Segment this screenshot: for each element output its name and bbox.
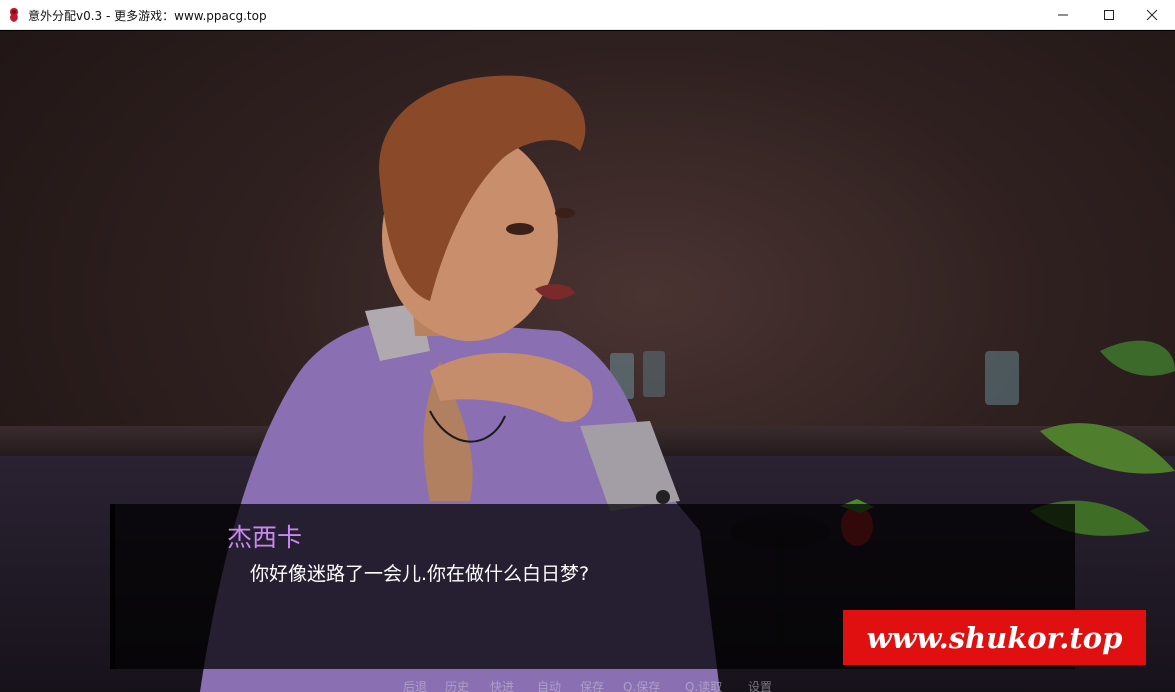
quick-menu-quick-save[interactable]: Q.保存 — [623, 678, 660, 692]
quick-menu-skip[interactable]: 快进 — [490, 678, 514, 692]
quick-menu-auto[interactable]: 自动 — [537, 678, 561, 692]
quick-menu-back[interactable]: 后退 — [403, 678, 427, 692]
quick-menu-preferences[interactable]: 设置 — [748, 678, 772, 692]
dialogue-text: 你好像迷路了一会儿.你在做什么白日梦? — [250, 563, 590, 585]
speaker-name: 杰西卡 — [227, 523, 303, 552]
game-scene[interactable]: 杰西卡 你好像迷路了一会儿.你在做什么白日梦? www.shukor.top 后… — [0, 31, 1175, 692]
quick-menu-history[interactable]: 历史 — [445, 678, 469, 692]
quick-menu-quick-load[interactable]: Q.读取 — [685, 678, 722, 692]
close-button[interactable] — [1129, 0, 1175, 30]
title-bar: 意外分配v0.3 - 更多游戏：www.ppacg.top — [0, 0, 1175, 30]
watermark-text: www.shukor.top — [866, 620, 1123, 655]
minimize-icon — [1058, 14, 1068, 16]
app-icon — [10, 8, 18, 22]
maximize-button[interactable] — [1086, 0, 1132, 30]
quick-menu-save[interactable]: 保存 — [580, 678, 604, 692]
close-icon — [1146, 9, 1158, 21]
minimize-button[interactable] — [1040, 0, 1086, 30]
watermark-banner: www.shukor.top — [843, 610, 1146, 665]
window-title: 意外分配v0.3 - 更多游戏：www.ppacg.top — [28, 9, 267, 23]
quick-menu: 后退 历史 快进 自动 保存 Q.保存 Q.读取 设置 — [0, 676, 1175, 692]
maximize-icon — [1104, 10, 1114, 20]
game-window: 意外分配v0.3 - 更多游戏：www.ppacg.top 杰西卡 你好像迷路了… — [0, 0, 1175, 692]
